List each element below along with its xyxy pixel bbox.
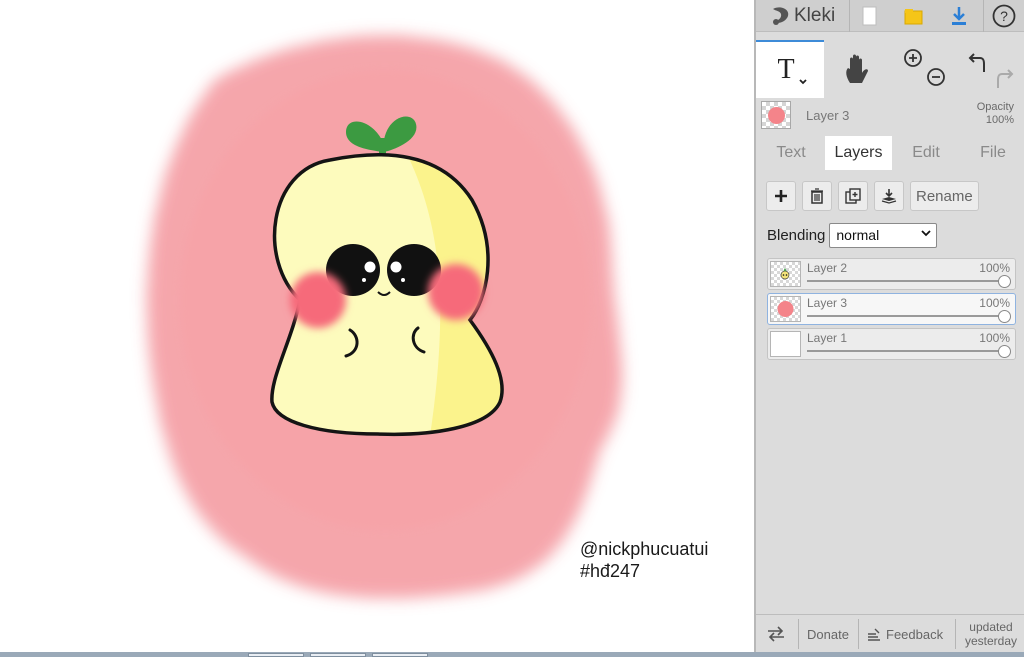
tab-layers[interactable]: Layers [825,136,892,170]
swap-sides-icon[interactable] [766,615,786,653]
layer-name: Layer 2 [807,261,848,275]
updated-note: updated yesterday [964,620,1018,648]
layer-name: Layer 1 [807,331,848,345]
blending-value: normal [836,227,880,243]
hand-tool-button[interactable] [828,40,886,98]
divider [849,0,850,32]
kleki-logo[interactable]: Kleki [770,4,835,28]
current-layer-thumbnail [761,101,791,129]
tab-text[interactable]: Text [761,136,821,170]
feedback-icon [868,628,880,641]
blending-row: Blending normal [767,222,938,248]
rename-layer-button[interactable]: Rename [910,181,979,211]
download-icon[interactable] [944,2,974,30]
kleki-logo-icon [773,7,789,25]
sidebar: Kleki ? T Layer 3 Opacity 100% Text Laye… [754,0,1024,652]
watermark-text: @nickphucuatui #hđ247 [580,538,708,582]
layer-thumbnail [770,261,801,287]
feedback-link[interactable]: Feedback [866,615,943,653]
redo-icon[interactable] [997,69,1014,88]
plus-icon [775,190,787,202]
duplicate-icon [845,188,861,204]
layer-item-layer-3[interactable]: Layer 3 100% [767,293,1016,325]
merge-layer-button[interactable] [874,181,904,211]
history-controls [962,40,1020,98]
add-layer-button[interactable] [766,181,796,211]
zoom-controls [898,40,948,98]
layer-opacity: 100% [979,331,1010,345]
drawing-canvas[interactable]: @nickphucuatui #hđ247 [0,0,754,652]
zoom-out-icon[interactable] [927,68,945,86]
open-folder-icon[interactable] [899,2,929,30]
tab-edit[interactable]: Edit [895,136,957,170]
duplicate-layer-button[interactable] [838,181,868,211]
zoom-in-icon[interactable] [904,49,922,67]
divider [983,0,984,32]
svg-text:?: ? [1000,8,1008,24]
layer-actions: Rename [766,181,979,211]
layer-name: Layer 3 [807,296,848,310]
current-layer-info: Layer 3 Opacity 100% [756,98,1024,134]
help-icon[interactable]: ? [989,2,1019,30]
app-name: Kleki [794,5,836,26]
tool-row: T [756,40,1024,98]
watermark-line-hashtag: #hđ247 [580,561,641,581]
layer-list: Layer 2 100% Layer 3 100% Layer 1 100% [767,258,1016,363]
footer-bar: Donate Feedback updated yesterday [756,614,1024,652]
layer-opacity: 100% [979,296,1010,310]
layer-thumbnail [770,296,801,322]
delete-layer-button[interactable] [802,181,832,211]
tab-file[interactable]: File [962,136,1024,170]
text-tool-button[interactable]: T [756,40,824,98]
opacity-slider-track[interactable] [807,280,1003,282]
top-bar: Kleki ? [756,0,1024,32]
svg-text:T: T [777,54,794,85]
opacity-slider-knob[interactable] [998,345,1011,358]
chevron-down-icon [921,227,932,241]
current-layer-name: Layer 3 [806,108,850,123]
layer-thumbnail [770,331,801,357]
donate-link[interactable]: Donate [807,615,849,653]
new-file-icon[interactable] [855,2,885,30]
undo-icon[interactable] [968,53,985,72]
layer-item-layer-1[interactable]: Layer 1 100% [767,328,1016,360]
merge-down-icon [881,189,897,204]
opacity-slider-knob[interactable] [998,275,1011,288]
taskbar-button[interactable] [248,653,304,657]
blending-label: Blending [767,226,826,244]
trash-icon [811,188,823,204]
current-layer-opacity: Opacity 100% [976,101,1014,126]
text-tool-icon: T [777,54,807,85]
taskbar-strip [0,652,1024,657]
taskbar-button[interactable] [310,653,366,657]
taskbar-button[interactable] [372,653,428,657]
panel-tabs: Text Layers Edit File [756,136,1024,170]
hand-tool-icon [846,54,868,83]
opacity-slider-knob[interactable] [998,310,1011,323]
watermark-line-handle: @nickphucuatui [580,539,709,559]
opacity-slider-track[interactable] [807,315,1003,317]
opacity-slider-track[interactable] [807,350,1003,352]
layer-item-layer-2[interactable]: Layer 2 100% [767,258,1016,290]
layer-opacity: 100% [979,261,1010,275]
blending-select[interactable]: normal [829,222,938,248]
